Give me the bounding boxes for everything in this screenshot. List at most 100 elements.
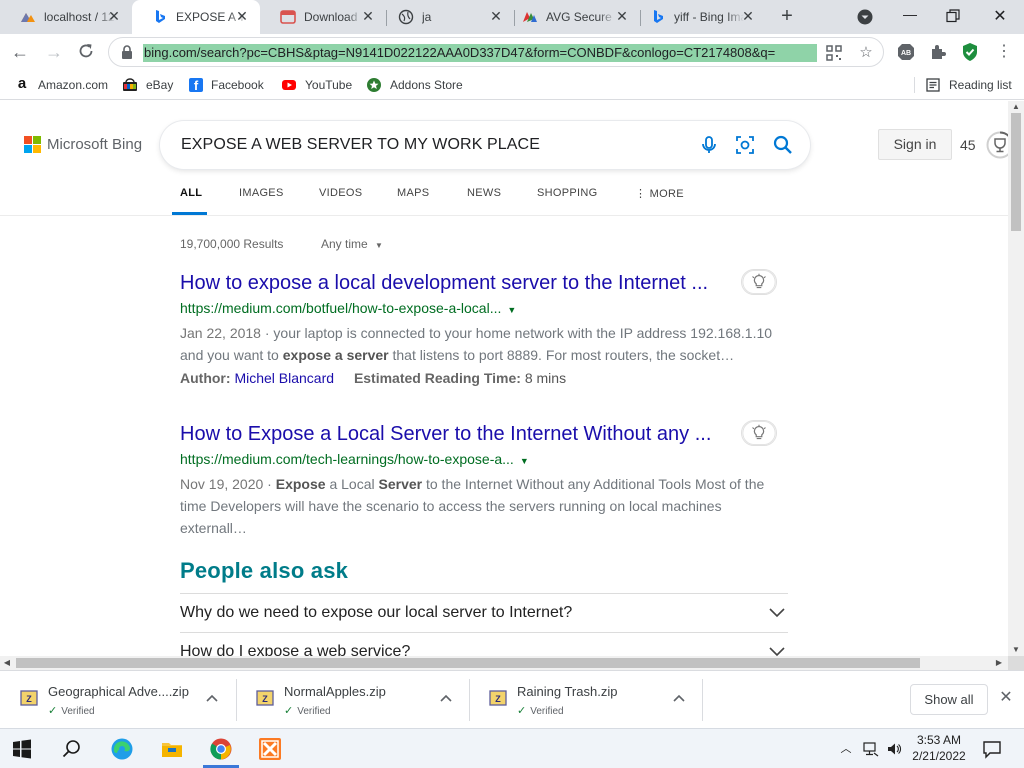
vertical-scrollbar[interactable]: ▲ ▼ <box>1008 101 1024 656</box>
file-explorer-icon[interactable] <box>160 737 184 761</box>
close-tab-icon[interactable]: ✕ <box>360 8 376 24</box>
rewards-trophy-icon[interactable] <box>986 131 1008 159</box>
close-tab-icon[interactable]: ✕ <box>740 8 756 24</box>
lock-icon[interactable] <box>121 45 133 59</box>
extensions-puzzle-icon[interactable] <box>928 42 948 62</box>
bookmark-amazon[interactable]: a Amazon.com <box>14 76 108 94</box>
scrollbar-thumb[interactable] <box>16 658 920 668</box>
paa-question[interactable]: Why do we need to expose our local serve… <box>180 593 788 632</box>
tab-title: AVG Secure Search <box>546 10 616 24</box>
close-tab-icon[interactable]: ✕ <box>614 8 630 24</box>
search-icon[interactable] <box>62 739 82 759</box>
download-item[interactable]: Z Geographical Adve....zip ✓ Verified <box>0 671 236 729</box>
tab-expose-a-web[interactable]: EXPOSE A WEB ✕ <box>132 0 260 34</box>
chevron-up-icon[interactable] <box>671 691 687 707</box>
microphone-icon[interactable] <box>698 134 720 156</box>
result-snippet: Nov 19, 2020 · Expose a Local Server to … <box>180 476 765 536</box>
download-status: ✓ Verified <box>48 704 95 717</box>
bookmark-ebay[interactable]: eBay <box>122 76 173 94</box>
network-icon[interactable] <box>863 741 879 757</box>
forward-button[interactable]: → <box>44 42 64 62</box>
reload-icon[interactable] <box>77 42 95 60</box>
result-title-link[interactable]: How to Expose a Local Server to the Inte… <box>180 421 790 447</box>
caret-down-icon[interactable]: ▼ <box>507 305 516 315</box>
scroll-up-icon[interactable]: ▲ <box>1008 101 1024 113</box>
qr-code-icon[interactable] <box>825 44 843 62</box>
result-url[interactable]: https://medium.com/tech-learnings/how-to… <box>180 449 790 471</box>
bookmark-star-icon[interactable]: ☆ <box>857 44 875 62</box>
rewards-points[interactable]: 45 <box>960 137 976 153</box>
show-all-downloads-button[interactable]: Show all <box>910 684 988 715</box>
download-item[interactable]: Z Raining Trash.zip ✓ Verified <box>469 671 703 729</box>
search-icon[interactable] <box>772 134 794 156</box>
scope-more[interactable]: ⋮ MORE <box>635 187 684 200</box>
adblock-extension-icon[interactable]: AB <box>896 42 916 62</box>
bookmark-facebook[interactable]: f Facebook <box>189 76 264 94</box>
result-title-link[interactable]: How to expose a local development server… <box>180 270 790 296</box>
author-link[interactable]: Michel Blancard <box>234 370 334 386</box>
tab-download[interactable]: Download Games ✕ <box>260 0 386 34</box>
search-input[interactable]: EXPOSE A WEB SERVER TO MY WORK PLACE <box>181 136 540 154</box>
browser-menu-icon[interactable]: ⋮ <box>994 42 1014 62</box>
tab-yiff-bing[interactable]: yiff - Bing Images ✕ <box>640 0 766 34</box>
back-button[interactable]: ← <box>10 42 30 62</box>
lightbulb-icon[interactable] <box>741 420 777 446</box>
scroll-down-icon[interactable]: ▼ <box>1008 644 1024 656</box>
restore-button[interactable] <box>946 9 960 23</box>
tray-expand-icon[interactable]: ︿ <box>838 741 854 757</box>
notifications-icon[interactable] <box>982 739 1002 759</box>
paa-question[interactable]: How do I expose a web service? <box>180 632 788 656</box>
scroll-right-icon[interactable]: ▶ <box>992 656 1006 670</box>
scrollbar-thumb[interactable] <box>1011 113 1021 231</box>
url-text[interactable]: bing.com/search?pc=CBHS&ptag=N9141D02212… <box>143 44 817 62</box>
download-site-icon <box>280 10 296 24</box>
scope-news[interactable]: NEWS <box>467 187 501 199</box>
close-tab-icon[interactable]: ✕ <box>488 8 504 24</box>
caret-down-icon[interactable]: ▼ <box>520 456 529 466</box>
new-tab-button[interactable]: + <box>776 6 798 28</box>
chrome-browser-icon[interactable] <box>209 737 233 761</box>
snippet-text: to the Internet Without any Additional T… <box>180 476 765 536</box>
chevron-up-icon[interactable] <box>204 691 220 707</box>
download-item[interactable]: Z NormalApples.zip ✓ Verified <box>236 671 470 729</box>
close-tab-icon[interactable]: ✕ <box>106 8 122 24</box>
tab-search-icon[interactable] <box>856 8 874 26</box>
visual-search-icon[interactable] <box>734 134 756 156</box>
xampp-icon[interactable] <box>258 737 282 761</box>
lightbulb-icon[interactable] <box>741 269 777 295</box>
tab-localhost[interactable]: localhost / 127 ✕ <box>0 0 132 34</box>
system-clock[interactable]: 3:53 AM 2/21/2022 <box>906 732 972 764</box>
tab-ja[interactable]: ja ✕ <box>386 0 514 34</box>
brand-text: Microsoft Bing <box>47 136 143 153</box>
time-filter-dropdown[interactable]: Any time ▼ <box>321 237 383 251</box>
address-bar[interactable]: bing.com/search?pc=CBHS&ptag=N9141D02212… <box>108 37 884 67</box>
scope-all[interactable]: ALL <box>180 187 202 199</box>
scope-images[interactable]: IMAGES <box>239 187 284 199</box>
scope-maps[interactable]: MAPS <box>397 187 429 199</box>
zip-file-icon: Z <box>489 690 507 706</box>
chevron-down-icon[interactable] <box>768 606 786 618</box>
edge-browser-icon[interactable] <box>110 737 134 761</box>
windows-start-icon[interactable] <box>12 739 32 759</box>
close-tab-icon[interactable]: ✕ <box>234 8 250 24</box>
reading-list-button[interactable]: Reading list <box>925 76 1012 94</box>
volume-icon[interactable] <box>886 741 902 757</box>
tab-avg-secure[interactable]: AVG Secure Search ✕ <box>514 0 640 34</box>
security-shield-icon[interactable] <box>960 42 980 62</box>
scope-videos[interactable]: VIDEOS <box>319 187 362 199</box>
minimize-button[interactable]: — <box>900 6 920 26</box>
scroll-left-icon[interactable]: ◀ <box>0 656 14 670</box>
bookmark-youtube[interactable]: YouTube <box>281 76 352 94</box>
close-window-button[interactable]: ✕ <box>990 6 1010 26</box>
chevron-down-icon[interactable] <box>768 645 786 656</box>
sign-in-button[interactable]: Sign in <box>878 129 952 160</box>
result-url[interactable]: https://medium.com/botfuel/how-to-expose… <box>180 298 790 320</box>
downloads-bar: Z Geographical Adve....zip ✓ Verified Z N… <box>0 670 1024 728</box>
search-box[interactable]: EXPOSE A WEB SERVER TO MY WORK PLACE <box>160 121 810 169</box>
bookmark-addons-store[interactable]: Addons Store <box>366 76 463 94</box>
bing-logo[interactable]: Microsoft Bing <box>24 136 142 153</box>
horizontal-scrollbar[interactable]: ◀ ▶ <box>0 656 1008 670</box>
close-downloads-icon[interactable]: ✕ <box>998 690 1014 706</box>
chevron-up-icon[interactable] <box>438 691 454 707</box>
scope-shopping[interactable]: SHOPPING <box>537 187 597 199</box>
